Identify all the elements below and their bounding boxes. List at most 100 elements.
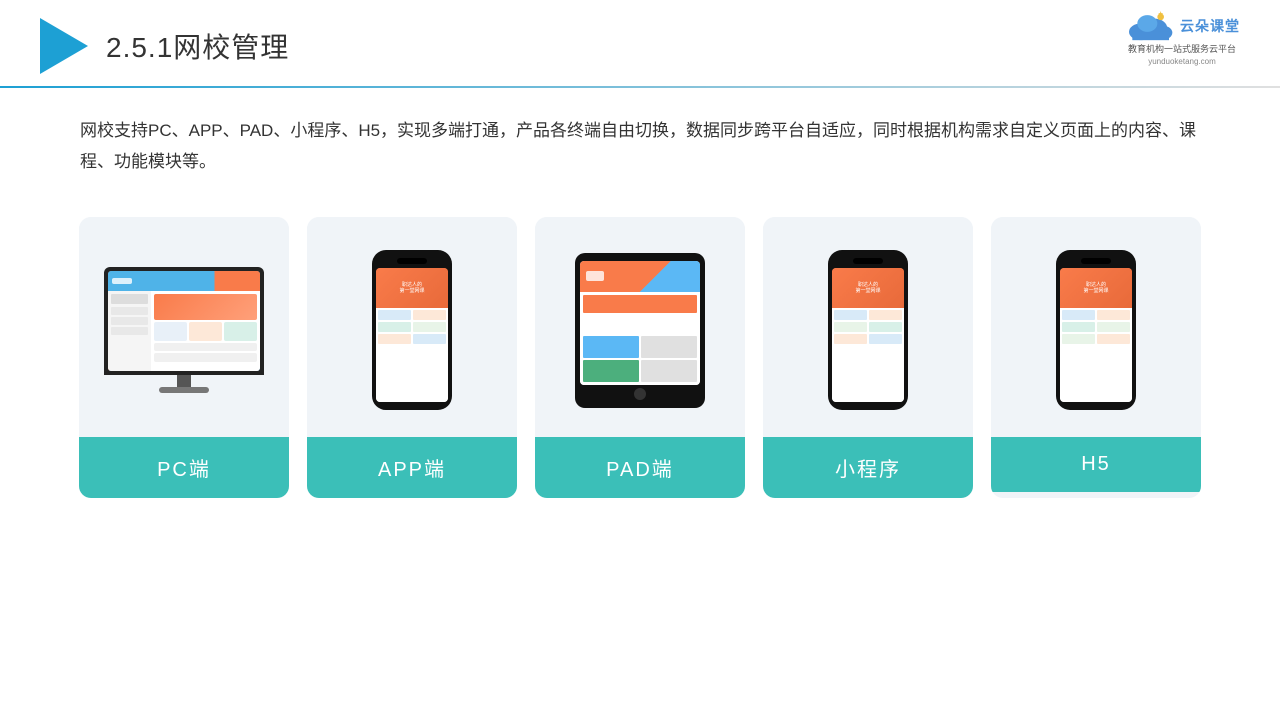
pad-tablet-screen	[580, 261, 700, 385]
h5-phone-mockup: 职达人的第一堂网课	[1056, 250, 1136, 410]
pad-tablet-body	[580, 292, 700, 385]
brand-url: yunduoketang.com	[1148, 57, 1216, 66]
mini-phone-mockup: 职达人的第一堂网课	[828, 250, 908, 410]
h5-cell-4	[1097, 322, 1130, 332]
h5-phone-notch	[1081, 258, 1111, 264]
monitor-body	[104, 267, 264, 375]
h5-cell-1	[1062, 310, 1095, 320]
mini-label: 小程序	[763, 437, 973, 498]
h5-header-text: 职达人的第一堂网课	[1083, 282, 1108, 295]
monitor-screen-header	[108, 271, 260, 291]
description-content: 网校支持PC、APP、PAD、小程序、H5，实现多端打通，产品各终端自由切换，数…	[80, 121, 1196, 171]
logo-triangle-icon	[40, 18, 88, 74]
monitor-card-1	[154, 322, 187, 341]
mini-phone-notch	[853, 258, 883, 264]
brand-logo-icon: 云朵课堂	[1124, 10, 1240, 42]
brand-name: 云朵课堂	[1180, 16, 1240, 36]
app-header-text: 职达人的第一堂网课	[399, 282, 424, 295]
mini-cell-4	[869, 322, 902, 332]
pad-image-area	[535, 217, 745, 437]
pad-cell-4	[583, 360, 639, 382]
h5-image-area: 职达人的第一堂网课	[991, 217, 1201, 437]
monitor-sidebar	[108, 291, 151, 371]
app-phone-screen: 职达人的第一堂网课	[376, 268, 448, 402]
pc-monitor-mockup	[104, 267, 264, 393]
monitor-row-2	[154, 353, 257, 362]
h5-row-2	[1062, 322, 1130, 332]
pad-tablet-header	[580, 261, 700, 292]
app-image-area: 职达人的第一堂网课	[307, 217, 517, 437]
phone-notch	[397, 258, 427, 264]
app-cell-5	[378, 334, 411, 344]
pad-cell-3	[641, 336, 697, 358]
app-card: 职达人的第一堂网课	[307, 217, 517, 498]
h5-cell-2	[1097, 310, 1130, 320]
app-cell-6	[413, 334, 446, 344]
pad-cell-5	[641, 360, 697, 382]
pad-tablet-mockup	[575, 253, 705, 408]
monitor-card-2	[189, 322, 222, 341]
app-row-1	[378, 310, 446, 320]
h5-card: 职达人的第一堂网课	[991, 217, 1201, 498]
monitor-banner	[154, 294, 257, 320]
h5-header-bar: 职达人的第一堂网课	[1060, 268, 1132, 308]
app-row-2	[378, 322, 446, 332]
mini-cell-5	[834, 334, 867, 344]
pad-label: PAD端	[535, 437, 745, 498]
app-phone-body	[376, 308, 448, 402]
pc-image-area	[79, 217, 289, 437]
app-cell-2	[413, 310, 446, 320]
h5-label: H5	[991, 437, 1201, 492]
monitor-screen	[108, 271, 260, 371]
mini-image-area: 职达人的第一堂网课	[763, 217, 973, 437]
page-title: 2.5.1网校管理	[106, 26, 289, 66]
monitor-main-content	[151, 291, 260, 371]
monitor-card-3	[224, 322, 257, 341]
h5-cell-6	[1097, 334, 1130, 344]
brand-logo: 云朵课堂 教育机构一站式服务云平台 yunduoketang.com	[1124, 10, 1240, 66]
mini-card: 职达人的第一堂网课	[763, 217, 973, 498]
app-phone-mockup: 职达人的第一堂网课	[372, 250, 452, 410]
h5-phone-screen: 职达人的第一堂网课	[1060, 268, 1132, 402]
mini-row-1	[834, 310, 902, 320]
h5-phone-body	[1060, 308, 1132, 402]
h5-row-1	[1062, 310, 1130, 320]
mini-cell-2	[869, 310, 902, 320]
pc-label: PC端	[79, 437, 289, 498]
mini-row-2	[834, 322, 902, 332]
h5-cell-5	[1062, 334, 1095, 344]
mini-phone-screen: 职达人的第一堂网课	[832, 268, 904, 402]
description-text: 网校支持PC、APP、PAD、小程序、H5，实现多端打通，产品各终端自由切换，数…	[0, 88, 1280, 197]
app-cell-4	[413, 322, 446, 332]
pad-cell-1	[583, 295, 697, 313]
h5-cell-3	[1062, 322, 1095, 332]
pc-card: PC端	[79, 217, 289, 498]
app-row-3	[378, 334, 446, 344]
mini-cell-6	[869, 334, 902, 344]
page-header: 2.5.1网校管理 云朵课堂 教育机构一站式服务云平台 yunduoketang…	[0, 0, 1280, 74]
mini-header-text: 职达人的第一堂网课	[855, 282, 880, 295]
mini-phone-body	[832, 308, 904, 402]
monitor-neck	[177, 375, 191, 387]
monitor-base	[159, 387, 209, 393]
brand-tagline: 教育机构一站式服务云平台	[1128, 44, 1236, 56]
app-cell-3	[378, 322, 411, 332]
app-screen-content: 职达人的第一堂网课	[376, 268, 448, 402]
mini-header-bar: 职达人的第一堂网课	[832, 268, 904, 308]
mini-row-3	[834, 334, 902, 344]
monitor-cards-row	[154, 322, 257, 341]
pad-cell-2	[583, 336, 639, 358]
mini-cell-3	[834, 322, 867, 332]
app-header-bar: 职达人的第一堂网课	[376, 268, 448, 308]
mini-screen-content: 职达人的第一堂网课	[832, 268, 904, 402]
tablet-home-button	[634, 388, 646, 400]
pad-card: PAD端	[535, 217, 745, 498]
monitor-row-1	[154, 343, 257, 352]
device-cards-container: PC端 职达人的第一堂网课	[0, 197, 1280, 518]
cloud-icon	[1124, 10, 1174, 42]
mini-cell-1	[834, 310, 867, 320]
app-label: APP端	[307, 437, 517, 498]
h5-row-3	[1062, 334, 1130, 344]
h5-screen-content: 职达人的第一堂网课	[1060, 268, 1132, 402]
app-cell-1	[378, 310, 411, 320]
